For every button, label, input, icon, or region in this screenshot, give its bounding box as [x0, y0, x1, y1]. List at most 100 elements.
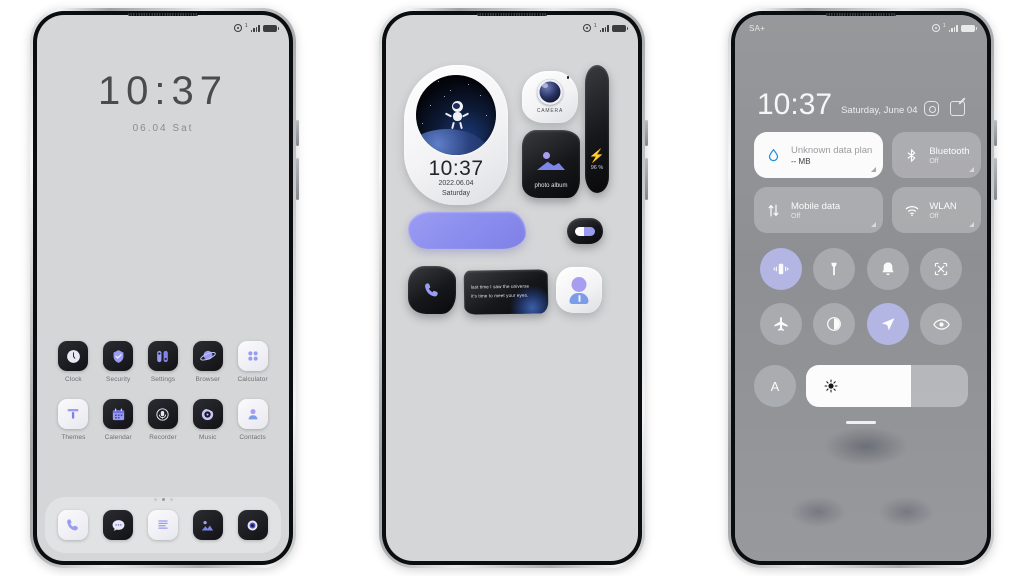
volume-button[interactable]: [994, 158, 997, 200]
picture-icon: [537, 152, 565, 170]
widget-clock-time: 10:37: [428, 157, 484, 180]
tile-subtitle: Off: [929, 157, 939, 165]
power-button[interactable]: [296, 120, 299, 146]
tile-expand-corner[interactable]: [968, 167, 974, 172]
gallery-icon[interactable]: [192, 510, 223, 540]
tile-mobile-data[interactable]: Mobile data Off: [754, 187, 884, 233]
lightning-bolt-icon: ⚡: [588, 148, 606, 163]
carrier-label: SA+: [749, 23, 766, 33]
app-settings[interactable]: Settings: [141, 341, 186, 383]
calculator-icon: [237, 341, 268, 371]
volume-button[interactable]: [645, 158, 648, 200]
panel-drag-handle[interactable]: [846, 421, 876, 424]
app-recorder[interactable]: Recorder: [141, 399, 186, 441]
tile-subtitle: Off: [791, 212, 801, 220]
tile-title: WLAN: [929, 200, 957, 212]
clock-icon: [58, 341, 89, 371]
earpiece-speaker: [826, 13, 896, 16]
bluetooth-icon: [903, 147, 920, 164]
app-clock[interactable]: Clock: [51, 341, 96, 383]
tile-expand-corner[interactable]: [871, 167, 877, 172]
app-label: Recorder: [149, 434, 177, 441]
phone-icon[interactable]: [58, 510, 89, 540]
person-icon: [571, 277, 587, 292]
app-browser[interactable]: Browser: [185, 341, 230, 383]
notes-icon[interactable]: [147, 510, 178, 540]
signal-bars-icon: [599, 24, 609, 32]
phone2-statusbar: 1: [386, 15, 638, 37]
control-center-time: 10:37: [757, 88, 833, 121]
tile-expand-corner[interactable]: [968, 222, 974, 227]
power-button[interactable]: [994, 120, 997, 146]
auto-brightness-button[interactable]: A: [754, 365, 796, 407]
app-label: Clock: [65, 376, 82, 383]
app-themes[interactable]: Themes: [51, 399, 96, 441]
three-phone-mockup: 1 10:37 06.04 Sat Clock Security Setting…: [0, 0, 1024, 576]
app-music[interactable]: Music: [185, 399, 230, 441]
battery-icon: [263, 24, 279, 32]
brightness-slider[interactable]: [806, 365, 968, 407]
dark-mode-toggle[interactable]: [813, 303, 856, 345]
brightness-row: A: [754, 365, 968, 407]
panel-actions: [924, 101, 965, 116]
sun-icon: [824, 379, 838, 393]
airplane-toggle[interactable]: [759, 303, 802, 345]
gear-hex-icon[interactable]: [924, 101, 939, 116]
microphone-icon: [147, 399, 178, 429]
vibrate-toggle[interactable]: [759, 248, 802, 290]
tile-title: Bluetooth: [929, 145, 970, 157]
earpiece-speaker: [128, 13, 198, 16]
messages-icon[interactable]: [103, 510, 134, 540]
phone-icon: [423, 281, 442, 300]
quote-widget[interactable]: last time I saw the universe it's time t…: [463, 269, 549, 315]
app-label: Calendar: [104, 434, 132, 441]
battery-percent: 96 %: [590, 165, 604, 171]
quote-line-1: last time I saw the universe: [470, 283, 530, 290]
planet-icon: [192, 341, 223, 371]
screenshot-toggle[interactable]: [920, 248, 963, 290]
photo-album-widget[interactable]: photo album: [522, 130, 580, 198]
tile-data-plan[interactable]: Unknown data plan -- MB: [754, 132, 884, 178]
clock-widget[interactable]: 10:37 2022.06.04 Saturday: [404, 65, 508, 205]
camera-widget[interactable]: CAMERA: [522, 71, 578, 123]
app-security[interactable]: Security: [96, 341, 141, 383]
phone-widget[interactable]: [408, 266, 456, 314]
power-button[interactable]: [645, 120, 648, 146]
tile-subtitle: Off: [929, 212, 939, 220]
flashlight-toggle[interactable]: [813, 248, 856, 290]
camera-dot-icon: [566, 76, 569, 79]
app-label: Themes: [61, 434, 86, 441]
phone-widget-screen: 1 10:37 2022.06.04 Saturday CAMERA ⚡ 96 …: [379, 8, 648, 568]
calendar-icon: [103, 399, 134, 429]
phone3-statusbar: SA+ 1: [735, 15, 987, 37]
tile-bluetooth[interactable]: Bluetooth Off: [892, 132, 981, 178]
battery-widget[interactable]: ⚡ 96 %: [585, 65, 609, 193]
shield-icon: [103, 341, 134, 371]
ringtone-toggle[interactable]: [866, 248, 909, 290]
music-disc-icon: [192, 399, 223, 429]
tile-expand-corner[interactable]: [871, 222, 877, 227]
phone3-bezel: SA+ 1 10:37 Saturday, June 04 Unknown da…: [731, 11, 991, 565]
decorative-blob: [408, 211, 526, 249]
eye-care-toggle[interactable]: [920, 303, 963, 345]
sliders-icon: [147, 341, 178, 371]
switch-toggle-widget[interactable]: [567, 218, 603, 244]
quote-line-2: it's time to meet your eyes.: [471, 292, 529, 299]
app-calculator[interactable]: Calculator: [230, 341, 275, 383]
contact-widget[interactable]: [556, 267, 602, 313]
home-clock: 10:37 06.04 Sat: [37, 71, 289, 134]
battery-icon: [961, 24, 977, 32]
app-grid: Clock Security Settings Browser Calculat…: [51, 341, 275, 441]
camera-icon[interactable]: [237, 510, 268, 540]
volume-button[interactable]: [296, 158, 299, 200]
location-circle-icon: [233, 24, 242, 32]
tile-wlan[interactable]: WLAN Off: [892, 187, 981, 233]
wifi-icon: [903, 202, 920, 219]
edit-pencil-icon[interactable]: [950, 101, 965, 116]
app-contacts[interactable]: Contacts: [230, 399, 275, 441]
mobile-data-icon: [765, 202, 782, 219]
location-toggle[interactable]: [866, 303, 909, 345]
signal-bars-icon: [250, 24, 260, 32]
toggle-grid: [754, 248, 968, 345]
app-calendar[interactable]: Calendar: [96, 399, 141, 441]
